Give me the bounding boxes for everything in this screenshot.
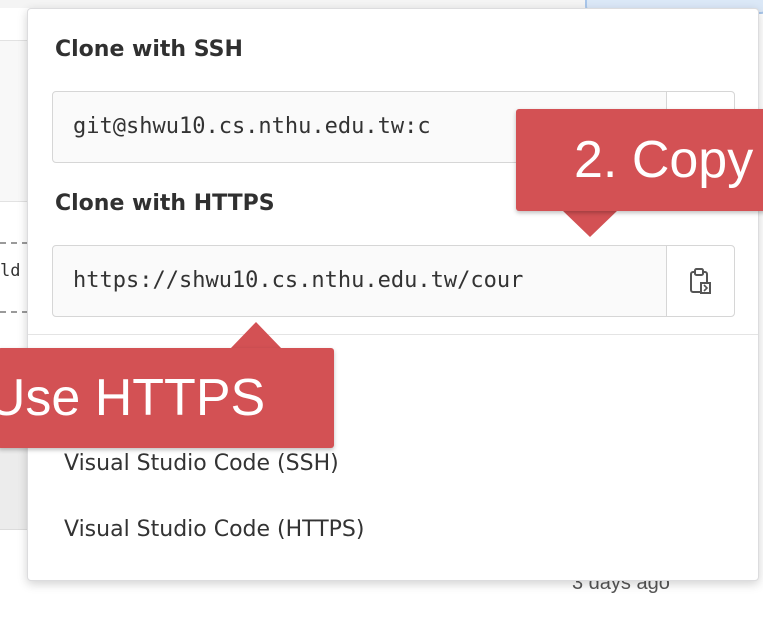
open-vscode-ssh[interactable]: Visual Studio Code (SSH) [64,451,339,476]
open-vscode-https[interactable]: Visual Studio Code (HTTPS) [64,517,364,542]
callout-pointer [230,322,282,349]
clone-https-input[interactable]: https://shwu10.cs.nthu.edu.tw/cour [53,246,667,316]
callout-pointer [562,210,618,237]
annotation-copy: 2. Copy [516,109,763,211]
annotation-copy-text: 2. Copy [574,131,754,189]
clone-https-label: Clone with HTTPS [55,191,275,216]
clipboard-icon [690,268,711,294]
annotation-use-https: 1. Use HTTPS [0,348,334,448]
clone-dropdown: Clone with SSH git@shwu10.cs.nthu.edu.tw… [27,8,759,581]
clone-https-field: https://shwu10.cs.nthu.edu.tw/cour [52,245,735,317]
background-divider [0,311,28,313]
background-panel [0,40,30,202]
background-text: ld [0,261,21,281]
copy-https-button[interactable] [666,246,734,316]
annotation-use-https-text: 1. Use HTTPS [0,369,266,427]
clone-ssh-label: Clone with SSH [55,37,243,62]
dropdown-divider [28,334,758,335]
background-divider [0,242,28,244]
